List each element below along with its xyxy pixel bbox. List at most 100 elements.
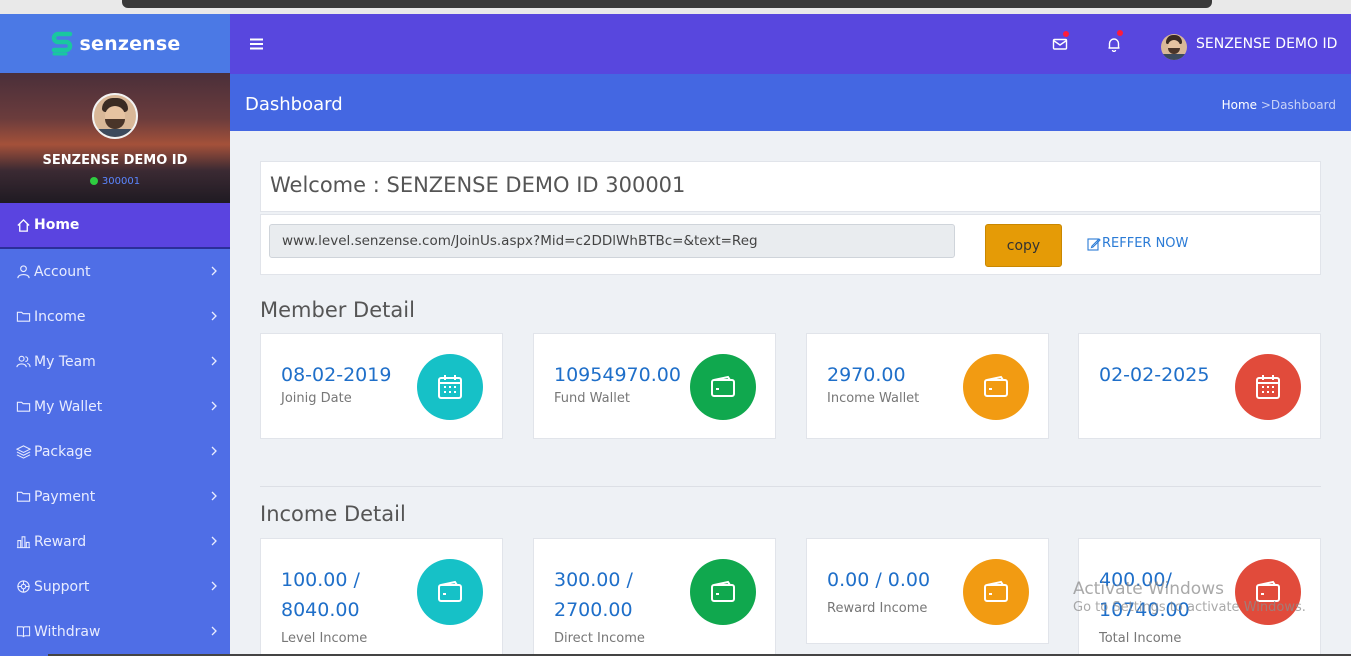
profile-id: 300001 xyxy=(0,176,230,187)
member-detail-title: Member Detail xyxy=(260,298,415,322)
card-value-line1: 100.00 / xyxy=(281,569,360,591)
home-icon xyxy=(15,217,31,233)
card-value: 08-02-2019 xyxy=(281,364,392,386)
bar-chart-icon xyxy=(15,534,31,550)
card-label: Fund Wallet xyxy=(554,391,630,406)
welcome-panel: Welcome : SENZENSE DEMO ID 300001 xyxy=(260,161,1321,212)
sidebar-nav: Home Account Income My Team My Wallet Pa… xyxy=(0,203,230,654)
level-income-card: 100.00 / 8040.00 Level Income xyxy=(260,538,503,656)
edit-icon xyxy=(1087,237,1101,251)
chevron-right-icon xyxy=(211,626,217,636)
avatar[interactable] xyxy=(92,93,138,139)
expiry-date-card: 02-02-2025 xyxy=(1078,333,1321,439)
page-title: Dashboard xyxy=(245,94,343,115)
referral-url-field[interactable]: www.level.senzense.com/JoinUs.aspx?Mid=c… xyxy=(269,224,955,258)
profile-name: SENZENSE DEMO ID xyxy=(42,153,188,168)
sidebar-item-label: Support xyxy=(34,578,90,595)
calendar-icon xyxy=(417,354,483,420)
sidebar-item-label: Reward xyxy=(34,533,87,550)
user-icon xyxy=(15,264,31,280)
chevron-right-icon xyxy=(211,491,217,501)
mail-badge xyxy=(1063,31,1069,37)
card-value-line2: 2700.00 xyxy=(554,599,633,621)
chevron-right-icon xyxy=(211,266,217,276)
sidebar-item-my-wallet[interactable]: My Wallet xyxy=(0,384,230,429)
referral-panel: www.level.senzense.com/JoinUs.aspx?Mid=c… xyxy=(260,214,1321,275)
refer-now-link[interactable]: REFFER NOW xyxy=(1087,236,1188,251)
brand[interactable]: senzense xyxy=(0,14,230,73)
copy-button[interactable]: copy xyxy=(985,224,1062,267)
card-value-line1: 0.00 / 0.00 xyxy=(827,569,931,591)
brand-logo-icon xyxy=(51,31,72,55)
chevron-right-icon xyxy=(211,446,217,456)
wallet-icon xyxy=(1235,559,1301,625)
card-label: Joinig Date xyxy=(281,391,352,406)
chevron-right-icon xyxy=(211,536,217,546)
book-icon xyxy=(15,624,31,640)
sidebar-item-support[interactable]: Support xyxy=(0,564,230,609)
wallet-icon xyxy=(963,559,1029,625)
mail-icon[interactable] xyxy=(1052,36,1068,52)
card-value: 02-02-2025 xyxy=(1099,364,1210,386)
breadcrumb: Home >Dashboard xyxy=(1222,98,1336,112)
sidebar-item-label: Payment xyxy=(34,488,96,505)
card-label: Direct Income xyxy=(554,631,645,646)
income-detail-title: Income Detail xyxy=(260,502,406,526)
card-label: Total Income xyxy=(1099,631,1182,646)
reward-income-card: 0.00 / 0.00 Reward Income xyxy=(806,538,1049,644)
total-income-card: 400.00/ 10740.00 Total Income xyxy=(1078,538,1321,656)
breadcrumb-home[interactable]: Home xyxy=(1222,98,1257,112)
page-header: Dashboard Home >Dashboard xyxy=(230,74,1351,131)
card-value-line1: 300.00 / xyxy=(554,569,633,591)
welcome-text: Welcome : SENZENSE DEMO ID 300001 xyxy=(270,173,686,197)
breadcrumb-current: Dashboard xyxy=(1270,98,1336,112)
folder-icon xyxy=(15,309,31,325)
sidebar-item-my-team[interactable]: My Team xyxy=(0,339,230,384)
sidebar-item-payment[interactable]: Payment xyxy=(0,474,230,519)
wallet-icon xyxy=(690,354,756,420)
browser-top-strip xyxy=(0,0,1351,14)
brand-name: senzense xyxy=(79,32,181,55)
wallet-icon xyxy=(15,399,31,415)
profile-id-value: 300001 xyxy=(101,176,141,187)
chevron-right-icon xyxy=(211,356,217,366)
wallet-icon xyxy=(963,354,1029,420)
header-user-name[interactable]: SENZENSE DEMO ID xyxy=(1196,36,1337,52)
header-avatar[interactable] xyxy=(1161,34,1187,60)
gear-icon xyxy=(15,579,31,595)
wallet-icon xyxy=(417,559,483,625)
chevron-right-icon xyxy=(211,581,217,591)
sidebar-item-withdraw[interactable]: Withdraw xyxy=(0,609,230,654)
sidebar-item-label: Home xyxy=(34,217,80,233)
card-value-line2: 8040.00 xyxy=(281,599,360,621)
top-header: SENZENSE DEMO ID xyxy=(230,14,1351,74)
card-label: Level Income xyxy=(281,631,368,646)
online-status-dot xyxy=(89,177,98,185)
sidebar-item-account[interactable]: Account xyxy=(0,249,230,294)
breadcrumb-separator: > xyxy=(1257,98,1271,112)
wallet-icon xyxy=(690,559,756,625)
bell-icon[interactable] xyxy=(1106,36,1122,52)
sidebar-item-home[interactable]: Home xyxy=(0,203,230,249)
team-icon xyxy=(15,354,31,370)
card-label: Income Wallet xyxy=(827,391,920,406)
card-value-line2: 10740.00 xyxy=(1099,599,1190,621)
sidebar-item-label: My Wallet xyxy=(34,398,103,415)
sidebar-item-label: Package xyxy=(34,443,93,460)
section-divider xyxy=(260,486,1321,487)
layers-icon xyxy=(15,444,31,460)
folder-icon xyxy=(15,489,31,505)
income-wallet-card: 2970.00 Income Wallet xyxy=(806,333,1049,439)
sidebar-item-label: Account xyxy=(34,263,91,280)
direct-income-card: 300.00 / 2700.00 Direct Income xyxy=(533,538,776,656)
calendar-icon xyxy=(1235,354,1301,420)
chevron-right-icon xyxy=(211,401,217,411)
hamburger-menu-icon[interactable] xyxy=(250,38,263,50)
sidebar-item-reward[interactable]: Reward xyxy=(0,519,230,564)
browser-scroll-bar xyxy=(122,0,1212,8)
sidebar-item-package[interactable]: Package xyxy=(0,429,230,474)
card-value-line1: 400.00/ xyxy=(1099,569,1172,591)
sidebar-item-income[interactable]: Income xyxy=(0,294,230,339)
refer-now-label: REFFER NOW xyxy=(1102,236,1189,251)
sidebar-item-label: Withdraw xyxy=(34,623,101,640)
